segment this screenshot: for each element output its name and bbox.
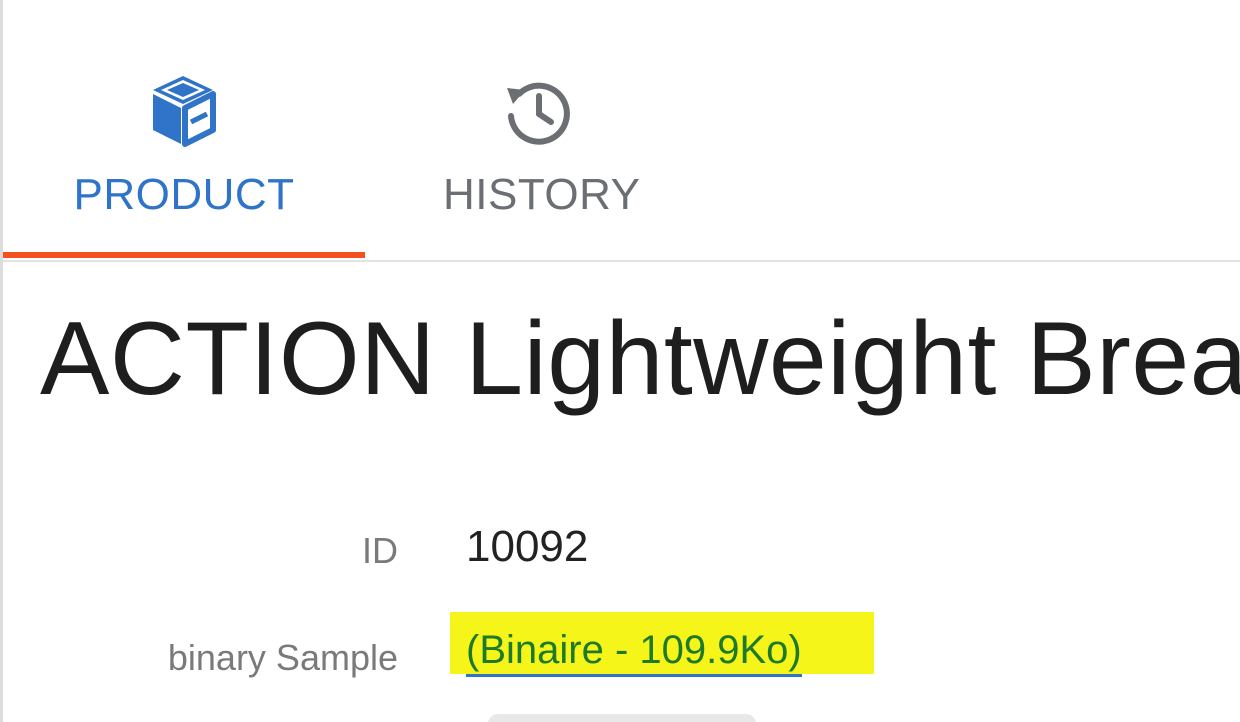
tab-product[interactable]: PRODUCT bbox=[3, 60, 365, 260]
id-value: 10092 bbox=[466, 522, 589, 571]
tab-product-label: PRODUCT bbox=[73, 170, 295, 219]
cube-icon bbox=[143, 70, 223, 150]
tab-bar: PRODUCT HISTORY bbox=[3, 0, 1240, 262]
binary-download-link[interactable]: (Binaire - 109.9Ko) bbox=[466, 628, 802, 677]
tab-history[interactable]: HISTORY bbox=[365, 60, 705, 260]
product-page: PRODUCT HISTORY ACTION Lightweight Brea … bbox=[0, 0, 1240, 722]
product-title: ACTION Lightweight Brea bbox=[40, 301, 1240, 417]
binary-sample-label: binary Sample bbox=[167, 637, 398, 678]
history-icon bbox=[497, 70, 577, 150]
tab-history-label: HISTORY bbox=[443, 170, 641, 219]
id-label: ID bbox=[362, 530, 398, 571]
active-tab-indicator bbox=[3, 252, 365, 258]
bottom-button-edge[interactable] bbox=[488, 714, 756, 722]
